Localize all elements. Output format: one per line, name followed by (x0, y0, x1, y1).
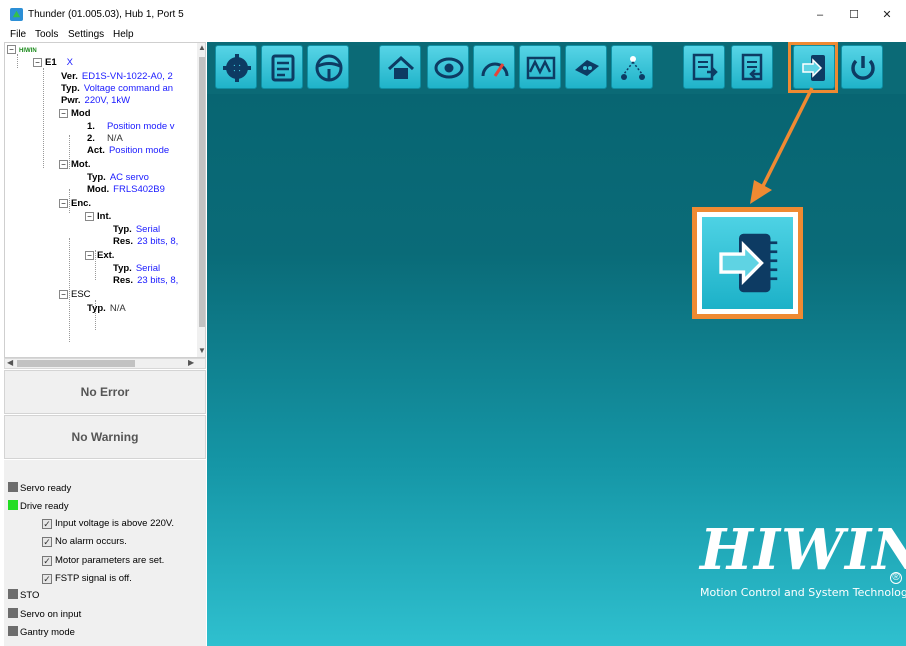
home-icon (387, 55, 415, 79)
tree-enc[interactable]: − Enc. (59, 198, 91, 209)
tree-scroll-thumb[interactable] (199, 57, 205, 327)
tree-mot-mod: Mod. FRLS402B9 (87, 184, 165, 195)
title-bar: Thunder (01.005.03), Hub 1, Port 5 – ☐ ✕ (0, 0, 906, 30)
tree-vertical-scrollbar[interactable]: ▲ ▼ (197, 43, 205, 357)
import-button[interactable] (731, 45, 773, 89)
tree-esc-typ: Typ. N/A (87, 303, 126, 314)
export-button[interactable] (683, 45, 725, 89)
tree-axis-e1[interactable]: − E1 X (33, 57, 73, 68)
eye-icon (434, 57, 464, 79)
export-doc-icon (692, 53, 718, 81)
indicator-on-icon (8, 500, 18, 510)
tree-mod-2: 2. N/A (87, 133, 123, 144)
tape-icon (575, 60, 599, 76)
tree-mot-typ: Typ. AC servo (87, 172, 149, 183)
steering-wheel-icon (315, 54, 343, 82)
gear-wrench-icon (223, 54, 251, 82)
checkbox-checked-icon: ✓ (42, 556, 52, 566)
checkbox-checked-icon: ✓ (42, 574, 52, 584)
error-status[interactable]: No Error (4, 370, 206, 414)
scroll-down-icon[interactable]: ▼ (198, 346, 205, 355)
indicator-off-icon (8, 626, 18, 636)
brand-tagline: Motion Control and System Technology (700, 586, 906, 599)
menu-file[interactable]: File (10, 29, 26, 40)
tree-ver: Ver. ED1S-VN-1022-A0, 2 (61, 71, 173, 82)
menu-help[interactable]: Help (113, 29, 134, 40)
status-servo-on-input: Servo on input (8, 608, 81, 620)
drive-status-list: Servo ready Drive ready ✓ Input voltage i… (4, 460, 206, 646)
gear-wrench-button[interactable] (215, 45, 257, 89)
tree-int-res: Res. 23 bits, 8, (113, 236, 179, 247)
tree-horizontal-scrollbar[interactable]: ◀ ▶ (4, 358, 206, 369)
import-doc-icon (741, 53, 763, 81)
scroll-up-icon[interactable]: ▲ (198, 43, 205, 52)
tree-enc-int[interactable]: − Int. (85, 211, 111, 222)
chip-arrow-icon (719, 233, 778, 293)
close-button[interactable]: ✕ (875, 5, 899, 25)
gauge-button[interactable] (473, 45, 515, 89)
check-fstp: ✓ FSTP signal is off. (42, 573, 132, 584)
app-logo-icon (10, 8, 23, 21)
warning-status[interactable]: No Warning (4, 415, 206, 459)
tree-mod[interactable]: − Mod (59, 108, 91, 119)
tree-root[interactable]: − HIWIN (7, 44, 37, 57)
tree-typ: Typ. Voltage command an (61, 83, 174, 94)
tree-mot[interactable]: − Mot. (59, 159, 91, 170)
menu-settings[interactable]: Settings (68, 29, 104, 40)
status-gantry-mode: Gantry mode (8, 626, 75, 638)
scroll-left-icon[interactable]: ◀ (7, 358, 13, 367)
check-motor-params: ✓ Motor parameters are set. (42, 555, 165, 566)
tree-mod-1: 1. Position mode v (87, 121, 175, 132)
callout-arrow-icon (750, 87, 814, 204)
menu-tools[interactable]: Tools (35, 29, 58, 40)
indicator-off-icon (8, 589, 18, 599)
tree-esc[interactable]: − ESC (59, 289, 91, 300)
tree-ext-res: Res. 23 bits, 8, (113, 275, 179, 286)
tree-act: Act. Position mode (87, 145, 170, 156)
tree-int-typ: Typ. Serial (113, 224, 161, 235)
tree-ext-typ: Typ. Serial (113, 263, 161, 274)
status-sto: STO (8, 589, 39, 601)
monitor-button[interactable] (427, 45, 469, 89)
menu-bar: File Tools Settings Help (0, 28, 906, 42)
home-button[interactable] (379, 45, 421, 89)
checkbox-checked-icon: ✓ (42, 537, 52, 547)
drive-info-tree[interactable]: − HIWIN − E1 X Ver. ED1S-VN-1022-A0, 2 Typ. V… (4, 42, 206, 358)
document-edit-icon (271, 54, 295, 82)
minimize-button[interactable]: – (808, 5, 832, 25)
firmware-update-callout (692, 207, 803, 319)
status-drive-ready: Drive ready (8, 500, 69, 512)
status-servo-ready: Servo ready (8, 482, 71, 494)
maximize-button[interactable]: ☐ (842, 5, 866, 25)
restart-button[interactable] (841, 45, 883, 89)
dots-network-icon (621, 56, 645, 80)
tape-button[interactable] (565, 45, 607, 89)
indicator-off-icon (8, 482, 18, 492)
parameter-edit-button[interactable] (261, 45, 303, 89)
steering-button[interactable] (307, 45, 349, 89)
power-restart-icon (851, 56, 875, 80)
window-title: Thunder (01.005.03), Hub 1, Port 5 (28, 9, 184, 20)
hiwin-brand: HIWIN ® Motion Control and System Techno… (700, 517, 906, 599)
tree-hscroll-thumb[interactable] (17, 360, 135, 367)
tree-enc-ext[interactable]: − Ext. (85, 250, 114, 261)
gauge-icon (481, 62, 509, 77)
check-input-voltage: ✓ Input voltage is above 220V. (42, 518, 175, 529)
scope-button[interactable] (519, 45, 561, 89)
network-button[interactable] (611, 45, 653, 89)
indicator-off-icon (8, 608, 18, 618)
check-no-alarm: ✓ No alarm occurs. (42, 536, 127, 547)
brand-logo: HIWIN (700, 517, 906, 583)
waveform-icon (526, 56, 556, 80)
checkbox-checked-icon: ✓ (42, 519, 52, 529)
scroll-right-icon[interactable]: ▶ (188, 358, 194, 367)
registered-mark: ® (890, 572, 902, 584)
tree-pwr: Pwr. 220V, 1kW (61, 95, 131, 106)
